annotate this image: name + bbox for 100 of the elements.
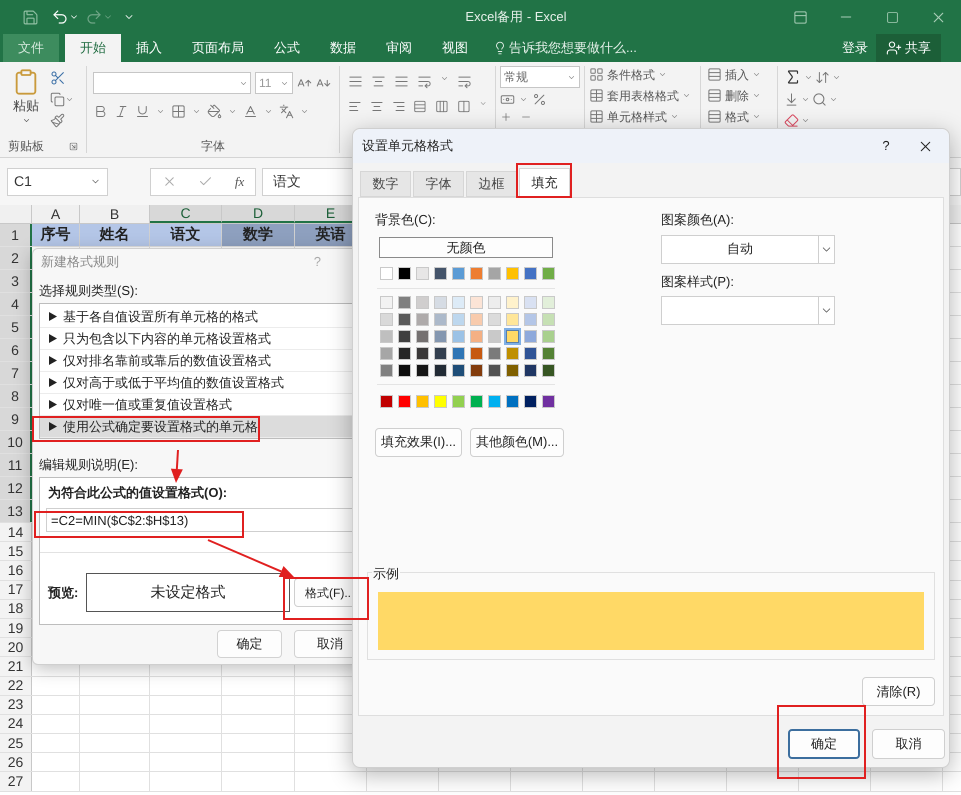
tell-me-field[interactable]: 告诉我您想要做什么... [509,38,669,58]
scissors-icon[interactable] [50,70,66,86]
color-swatch[interactable] [434,394,447,408]
sign-in-link[interactable]: 登录 [834,34,876,62]
ribbon-tab[interactable]: 公式 [259,34,315,62]
caret-icon[interactable] [65,95,74,104]
rows-icon[interactable] [707,88,722,103]
color-swatch[interactable] [470,394,483,408]
color-swatch[interactable] [380,330,393,342]
caret-icon[interactable] [519,95,528,104]
row-header[interactable]: 11 [0,454,32,476]
color-swatch[interactable] [542,312,555,326]
merge-icon[interactable] [456,99,471,114]
color-swatch[interactable] [506,312,519,326]
color-swatch[interactable] [380,364,393,376]
row-header[interactable]: 23 [0,696,32,714]
italic-icon[interactable] [114,104,129,119]
border-icon[interactable] [171,104,186,119]
row-header[interactable]: 20 [0,638,32,656]
color-swatch[interactable] [470,266,483,280]
color-swatch[interactable] [416,312,429,326]
color-swatch[interactable] [434,330,447,342]
color-swatch[interactable] [470,312,483,326]
color-swatch[interactable] [524,394,537,408]
color-swatch[interactable] [452,330,465,342]
caret-icon[interactable] [156,107,165,116]
sort-icon[interactable] [815,70,830,84]
cancel-button[interactable]: 取消 [872,729,945,759]
pattern-color-select[interactable]: 自动 [661,234,835,264]
phonetic-icon[interactable] [279,104,294,119]
row-header[interactable]: 5 [0,316,32,338]
row-header[interactable]: 12 [0,477,32,499]
align-right-icon[interactable] [392,99,406,114]
row-header[interactable]: 6 [0,339,32,361]
paint-bucket-icon[interactable] [207,104,222,119]
help-button[interactable]: ? [871,136,901,156]
row-header[interactable]: 8 [0,385,32,407]
color-swatch[interactable] [524,266,537,280]
ribbon-tab[interactable]: 视图 [427,34,483,62]
maximize-icon[interactable] [886,10,898,24]
color-swatch[interactable] [434,364,447,376]
color-swatch[interactable] [524,330,537,342]
color-swatch[interactable] [542,364,555,376]
caret-icon[interactable] [300,107,309,116]
row-header[interactable]: 17 [0,580,32,599]
color-swatch[interactable] [470,330,483,342]
row-header[interactable]: 22 [0,676,32,695]
color-swatch[interactable] [542,296,555,308]
dialog-tab[interactable]: 数字 [360,171,411,197]
ribbon-tab[interactable]: 数据 [315,34,371,62]
underline-icon[interactable] [135,104,150,119]
dialog-tab[interactable]: 边框 [466,171,517,197]
color-swatch[interactable] [452,296,465,308]
number-format-field[interactable]: 常规 [500,66,580,88]
caret-icon[interactable] [829,95,838,104]
color-swatch[interactable] [470,346,483,360]
column-header[interactable]: A [32,205,80,223]
ok-button[interactable]: 确定 [217,630,282,658]
align-left-icon[interactable] [348,99,362,114]
color-swatch[interactable] [506,266,519,280]
save-icon[interactable] [22,8,39,26]
color-swatch[interactable] [542,394,555,408]
caret-icon[interactable] [192,107,201,116]
ribbon-tab[interactable]: 页面布局 [177,34,259,62]
color-swatch[interactable] [380,312,393,326]
wrap-text-icon[interactable] [457,74,472,89]
dialog-tab[interactable]: 填充 [519,168,570,197]
row-header[interactable]: 25 [0,734,32,752]
caret-icon[interactable] [682,91,691,100]
caret-icon[interactable] [228,107,237,116]
color-swatch[interactable] [434,296,447,308]
ribbon-tab[interactable]: 插入 [121,34,177,62]
ribbon-display-icon[interactable] [792,10,808,24]
color-swatch[interactable] [416,266,429,280]
color-swatch[interactable] [434,346,447,360]
cells-menu-button[interactable]: 删除 [707,86,771,105]
color-swatch[interactable] [398,330,411,342]
row-header[interactable]: 4 [0,293,32,315]
align-top-icon[interactable] [348,74,363,89]
row-header[interactable]: 2 [0,247,32,269]
caret-icon[interactable] [670,112,679,121]
color-swatch[interactable] [488,296,501,308]
grid-icon[interactable] [589,67,604,82]
color-swatch[interactable] [506,346,519,360]
rows-icon[interactable] [707,109,722,124]
color-swatch[interactable] [542,266,555,280]
align-bottom-icon[interactable] [394,74,409,89]
font-name-field[interactable] [93,72,251,94]
share-button[interactable]: 共享 [876,34,941,62]
dialog-tab[interactable]: 字体 [413,171,464,197]
rows-icon[interactable] [707,67,722,82]
row-header[interactable]: 7 [0,362,32,384]
color-swatch[interactable] [452,364,465,376]
row-header[interactable]: 15 [0,542,32,560]
color-swatch[interactable] [434,266,447,280]
paste-button[interactable]: 粘贴 [8,68,44,135]
color-swatch[interactable] [434,312,447,326]
color-swatch[interactable] [452,312,465,326]
more-colors-button[interactable]: 其他颜色(M)... [470,428,564,456]
color-swatch[interactable] [506,296,519,308]
